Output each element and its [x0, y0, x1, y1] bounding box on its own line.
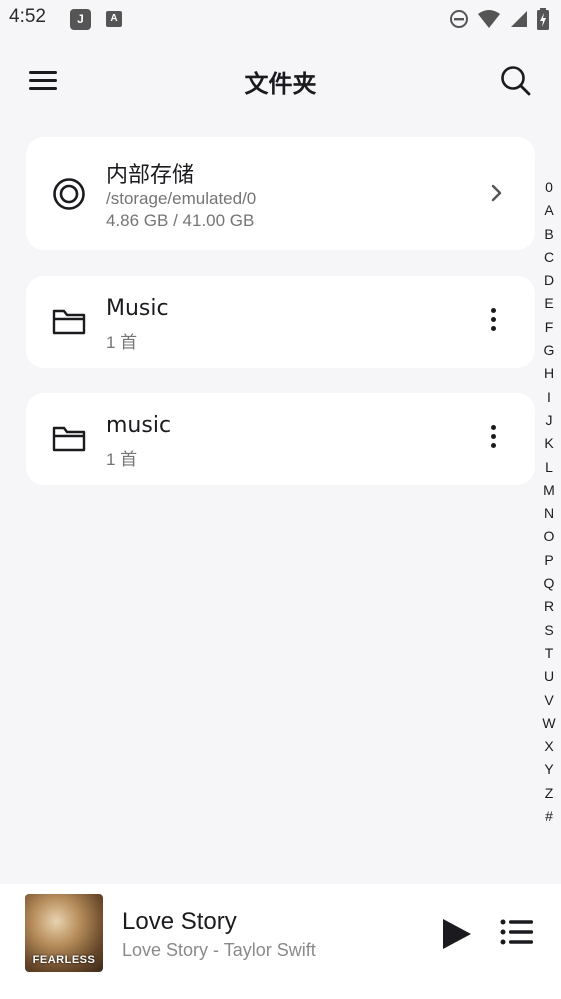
- index-letter[interactable]: Z: [538, 782, 560, 805]
- index-letter[interactable]: L: [538, 456, 560, 479]
- more-vert-dot: [490, 326, 496, 331]
- top-app-bar: 文件夹: [0, 44, 561, 116]
- app-notification-icon: A: [106, 11, 122, 27]
- song-artist: Love Story - Taylor Swift: [122, 940, 316, 960]
- battery-icon: [537, 8, 549, 30]
- wifi-icon: [478, 10, 500, 28]
- index-letter[interactable]: X: [538, 735, 560, 758]
- index-letter[interactable]: V: [538, 689, 560, 712]
- folder-card[interactable]: music 1 首: [26, 393, 535, 485]
- index-letter[interactable]: J: [538, 409, 560, 432]
- index-letter[interactable]: W: [538, 712, 560, 735]
- folder-name: Music: [106, 296, 169, 321]
- more-options-button[interactable]: [481, 425, 505, 453]
- folder-count: 1 首: [106, 333, 138, 352]
- more-options-button[interactable]: [481, 308, 505, 336]
- play-button[interactable]: [438, 916, 474, 952]
- storage-name: 内部存储: [106, 163, 195, 188]
- index-letter[interactable]: I: [538, 386, 560, 409]
- app-notification-icon: J: [70, 9, 91, 30]
- more-vert-icon: [490, 308, 496, 313]
- storage-card[interactable]: 内部存储 /storage/emulated/0 4.86 GB / 41.00…: [26, 137, 535, 250]
- play-icon: [443, 919, 471, 949]
- index-letter[interactable]: M: [538, 479, 560, 502]
- index-letter[interactable]: G: [538, 339, 560, 362]
- status-indicators: [449, 8, 549, 30]
- status-time: 4:52: [9, 6, 46, 27]
- index-letter[interactable]: E: [538, 292, 560, 315]
- storage-icon: [53, 178, 85, 210]
- index-letter[interactable]: D: [538, 269, 560, 292]
- index-letter[interactable]: B: [538, 223, 560, 246]
- index-letter[interactable]: N: [538, 502, 560, 525]
- folder-name: music: [106, 413, 172, 438]
- page-title: 文件夹: [244, 70, 317, 98]
- index-letter[interactable]: K: [538, 432, 560, 455]
- index-letter[interactable]: R: [538, 595, 560, 618]
- mini-player[interactable]: FEARLESS Love Story Love Story - Taylor …: [0, 884, 561, 999]
- index-letter[interactable]: U: [538, 665, 560, 688]
- folder-card[interactable]: Music 1 首: [26, 276, 535, 368]
- index-letter[interactable]: 0: [538, 176, 560, 199]
- more-vert-dot: [490, 317, 496, 322]
- status-bar: 4:52 J A: [0, 0, 561, 38]
- index-letter[interactable]: P: [538, 549, 560, 572]
- index-letter[interactable]: A: [538, 199, 560, 222]
- more-vert-icon: [490, 425, 496, 430]
- search-button[interactable]: [495, 60, 539, 102]
- index-letter[interactable]: Y: [538, 758, 560, 781]
- dnd-icon: [450, 10, 468, 28]
- folder-icon: [52, 426, 86, 452]
- chevron-right-icon: [491, 184, 502, 202]
- index-letter[interactable]: F: [538, 316, 560, 339]
- folder-icon: [52, 309, 86, 335]
- folder-count: 1 首: [106, 450, 138, 469]
- more-vert-dot: [490, 443, 496, 448]
- storage-path: /storage/emulated/0: [106, 189, 257, 208]
- index-letter[interactable]: O: [538, 525, 560, 548]
- index-letter[interactable]: C: [538, 246, 560, 269]
- signal-icon: [511, 11, 527, 27]
- queue-icon: [500, 919, 533, 945]
- album-art-text: FEARLESS: [32, 954, 96, 966]
- search-icon: [501, 66, 531, 96]
- index-letter[interactable]: S: [538, 619, 560, 642]
- queue-button[interactable]: [500, 918, 536, 948]
- alphabet-index[interactable]: 0 A B C D E F G H I J K L M N O P Q R S T U V W X Y Z #: [538, 176, 560, 828]
- song-title: Love Story: [122, 908, 237, 935]
- more-vert-dot: [490, 434, 496, 439]
- index-letter[interactable]: T: [538, 642, 560, 665]
- index-letter[interactable]: Q: [538, 572, 560, 595]
- album-art[interactable]: FEARLESS: [25, 894, 103, 972]
- index-letter[interactable]: #: [538, 805, 560, 828]
- index-letter[interactable]: H: [538, 362, 560, 385]
- storage-usage: 4.86 GB / 41.00 GB: [106, 211, 255, 230]
